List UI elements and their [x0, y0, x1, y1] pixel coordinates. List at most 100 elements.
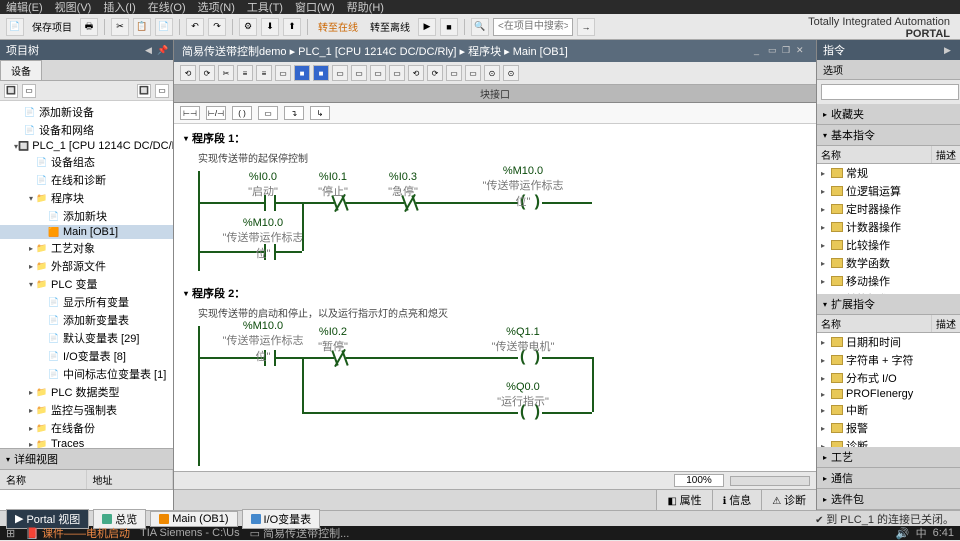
- tree-node[interactable]: ▾📁程序块: [0, 189, 173, 207]
- task-item[interactable]: 📕 课件——电机启动: [25, 525, 130, 541]
- editor-body[interactable]: ▾程序段 1： 实现传送带的起保停控制 %I0.0"启动" %I0.1"停止" …: [174, 124, 816, 471]
- tree-node[interactable]: 📄设备和网络: [0, 121, 173, 139]
- menu-view[interactable]: 视图(V): [55, 0, 92, 15]
- menu-insert[interactable]: 插入(I): [103, 0, 135, 15]
- minimize-icon[interactable]: _: [754, 45, 766, 57]
- instruction-folder[interactable]: ▸比较操作: [817, 236, 960, 254]
- et-icon[interactable]: ⊙: [484, 65, 500, 81]
- pin-icon[interactable]: 📌: [157, 45, 167, 55]
- nc-contact-icon[interactable]: ⊢/⊣: [206, 106, 226, 120]
- instruction-folder[interactable]: ▸数学函数: [817, 254, 960, 272]
- optional-section[interactable]: ▸选件包: [817, 489, 960, 510]
- network-2-title[interactable]: ▾程序段 2：: [184, 283, 806, 303]
- task-item[interactable]: TIA Siemens - C:\Us: [140, 527, 240, 539]
- start-icon[interactable]: ⊞: [6, 527, 15, 540]
- stop-cpu-icon[interactable]: ■: [440, 18, 458, 36]
- compile-icon[interactable]: ⚙: [239, 18, 257, 36]
- tray-icon[interactable]: 🔊: [896, 527, 910, 540]
- start-cpu-icon[interactable]: ▶: [418, 18, 436, 36]
- go-online-button[interactable]: 转至在线: [318, 19, 358, 34]
- tree-collapse-icon[interactable]: ▭: [22, 84, 36, 98]
- menu-online[interactable]: 在线(O): [148, 0, 186, 15]
- et-icon[interactable]: ⟲: [180, 65, 196, 81]
- restore-icon[interactable]: ❐: [782, 45, 794, 57]
- tree-node[interactable]: 📄在线和诊断: [0, 171, 173, 189]
- et-icon[interactable]: ▭: [275, 65, 291, 81]
- branch-close-icon[interactable]: ↳: [310, 106, 330, 120]
- maximize-icon[interactable]: ▭: [768, 45, 780, 57]
- paste-icon[interactable]: 📄: [155, 18, 173, 36]
- favorites-section[interactable]: ▸收藏夹: [817, 104, 960, 125]
- tree-node[interactable]: 🟧Main [OB1]: [0, 225, 173, 239]
- instruction-folder[interactable]: ▸位逻辑运算: [817, 182, 960, 200]
- et-icon[interactable]: ≡: [256, 65, 272, 81]
- tree-view-icon[interactable]: ▭: [155, 84, 169, 98]
- tree-node[interactable]: ▸📁Traces: [0, 437, 173, 448]
- tree-node[interactable]: ▸📁PLC 数据类型: [0, 383, 173, 401]
- tree-filter-icon[interactable]: 🔲: [137, 84, 151, 98]
- instruction-folder[interactable]: ▸诊断: [817, 437, 960, 447]
- copy-icon[interactable]: 📋: [133, 18, 151, 36]
- et-icon[interactable]: ⟳: [427, 65, 443, 81]
- tree-node[interactable]: 📄默认变量表 [29]: [0, 329, 173, 347]
- instruction-folder[interactable]: ▸PROFIenergy: [817, 387, 960, 401]
- menu-tools[interactable]: 工具(T): [247, 0, 283, 15]
- et-icon[interactable]: ▭: [389, 65, 405, 81]
- tree-node[interactable]: ▸📁监控与强制表: [0, 401, 173, 419]
- et-icon[interactable]: ▭: [370, 65, 386, 81]
- coil-icon[interactable]: ( ): [232, 106, 252, 120]
- collapse-icon[interactable]: ◀: [145, 45, 155, 55]
- instruction-folder[interactable]: ▸中断: [817, 401, 960, 419]
- save-project-button[interactable]: 保存项目: [32, 19, 72, 34]
- zoom-input[interactable]: 100%: [674, 474, 724, 487]
- search-icon[interactable]: 🔍: [471, 18, 489, 36]
- tree-node[interactable]: 📄添加新设备: [0, 103, 173, 121]
- menu-edit[interactable]: 编辑(E): [6, 0, 43, 15]
- tab-diagnostics[interactable]: ⚠ 诊断: [761, 490, 816, 510]
- branch-icon[interactable]: ↴: [284, 106, 304, 120]
- network-1-title[interactable]: ▾程序段 1：: [184, 128, 806, 148]
- et-icon[interactable]: ▭: [332, 65, 348, 81]
- tree-node[interactable]: ▸📁外部源文件: [0, 257, 173, 275]
- main-ob1-tab[interactable]: Main (OB1): [150, 511, 237, 527]
- et-icon[interactable]: ▭: [446, 65, 462, 81]
- menu-options[interactable]: 选项(N): [198, 0, 235, 15]
- et-icon[interactable]: ■: [313, 65, 329, 81]
- menu-window[interactable]: 窗口(W): [295, 0, 335, 15]
- box-icon[interactable]: ▭: [258, 106, 278, 120]
- basic-section[interactable]: ▾基本指令: [817, 125, 960, 146]
- tree-node[interactable]: ▸📁在线备份: [0, 419, 173, 437]
- detail-view-header[interactable]: ▾详细视图: [0, 448, 173, 469]
- et-icon[interactable]: ⟲: [408, 65, 424, 81]
- task-item[interactable]: ▭ 简易传送带控制...: [250, 525, 350, 541]
- instruction-folder[interactable]: ▸分布式 I/O: [817, 369, 960, 387]
- tree-node[interactable]: 📄设备组态: [0, 153, 173, 171]
- tree-node[interactable]: 📄添加新变量表: [0, 311, 173, 329]
- no-contact-icon[interactable]: ⊢⊣: [180, 106, 200, 120]
- tree-node[interactable]: ▸📁工艺对象: [0, 239, 173, 257]
- tree-node[interactable]: ▾📁PLC 变量: [0, 275, 173, 293]
- instruction-folder[interactable]: ▸计数器操作: [817, 218, 960, 236]
- tray-icon[interactable]: 中: [916, 525, 927, 541]
- instruction-folder[interactable]: ▸日期和时间: [817, 333, 960, 351]
- et-icon[interactable]: ⊙: [503, 65, 519, 81]
- et-icon[interactable]: ✂: [218, 65, 234, 81]
- network-1-ladder[interactable]: %I0.0"启动" %I0.1"停止" %I0.3"急停" %M10.0"传送带…: [198, 171, 806, 271]
- extended-section[interactable]: ▾扩展指令: [817, 294, 960, 315]
- options-section[interactable]: 选项: [817, 60, 960, 80]
- search-go-icon[interactable]: →: [577, 18, 595, 36]
- et-icon[interactable]: ⟳: [199, 65, 215, 81]
- download-icon[interactable]: ⬇: [261, 18, 279, 36]
- network-2-ladder[interactable]: %M10.0"传送带运作标志位" %I0.2"暂停" %Q1.1"传送带电机" …: [198, 326, 806, 466]
- tree-node[interactable]: 📄添加新块: [0, 207, 173, 225]
- instruction-folder[interactable]: ▸字符串 + 字符: [817, 351, 960, 369]
- pin-icon[interactable]: ▶: [944, 45, 954, 55]
- undo-icon[interactable]: ↶: [186, 18, 204, 36]
- menu-help[interactable]: 帮助(H): [347, 0, 384, 15]
- devices-tab[interactable]: 设备: [0, 60, 42, 80]
- tree-node[interactable]: 📄显示所有变量: [0, 293, 173, 311]
- et-icon[interactable]: ▭: [465, 65, 481, 81]
- extended-instructions-tree[interactable]: ▸日期和时间▸字符串 + 字符▸分布式 I/O▸PROFIenergy▸中断▸报…: [817, 333, 960, 447]
- tree-node[interactable]: ▾🔲PLC_1 [CPU 1214C DC/DC/Rly]: [0, 139, 173, 153]
- basic-instructions-tree[interactable]: ▸常规▸位逻辑运算▸定时器操作▸计数器操作▸比较操作▸数学函数▸移动操作▸转换操…: [817, 164, 960, 294]
